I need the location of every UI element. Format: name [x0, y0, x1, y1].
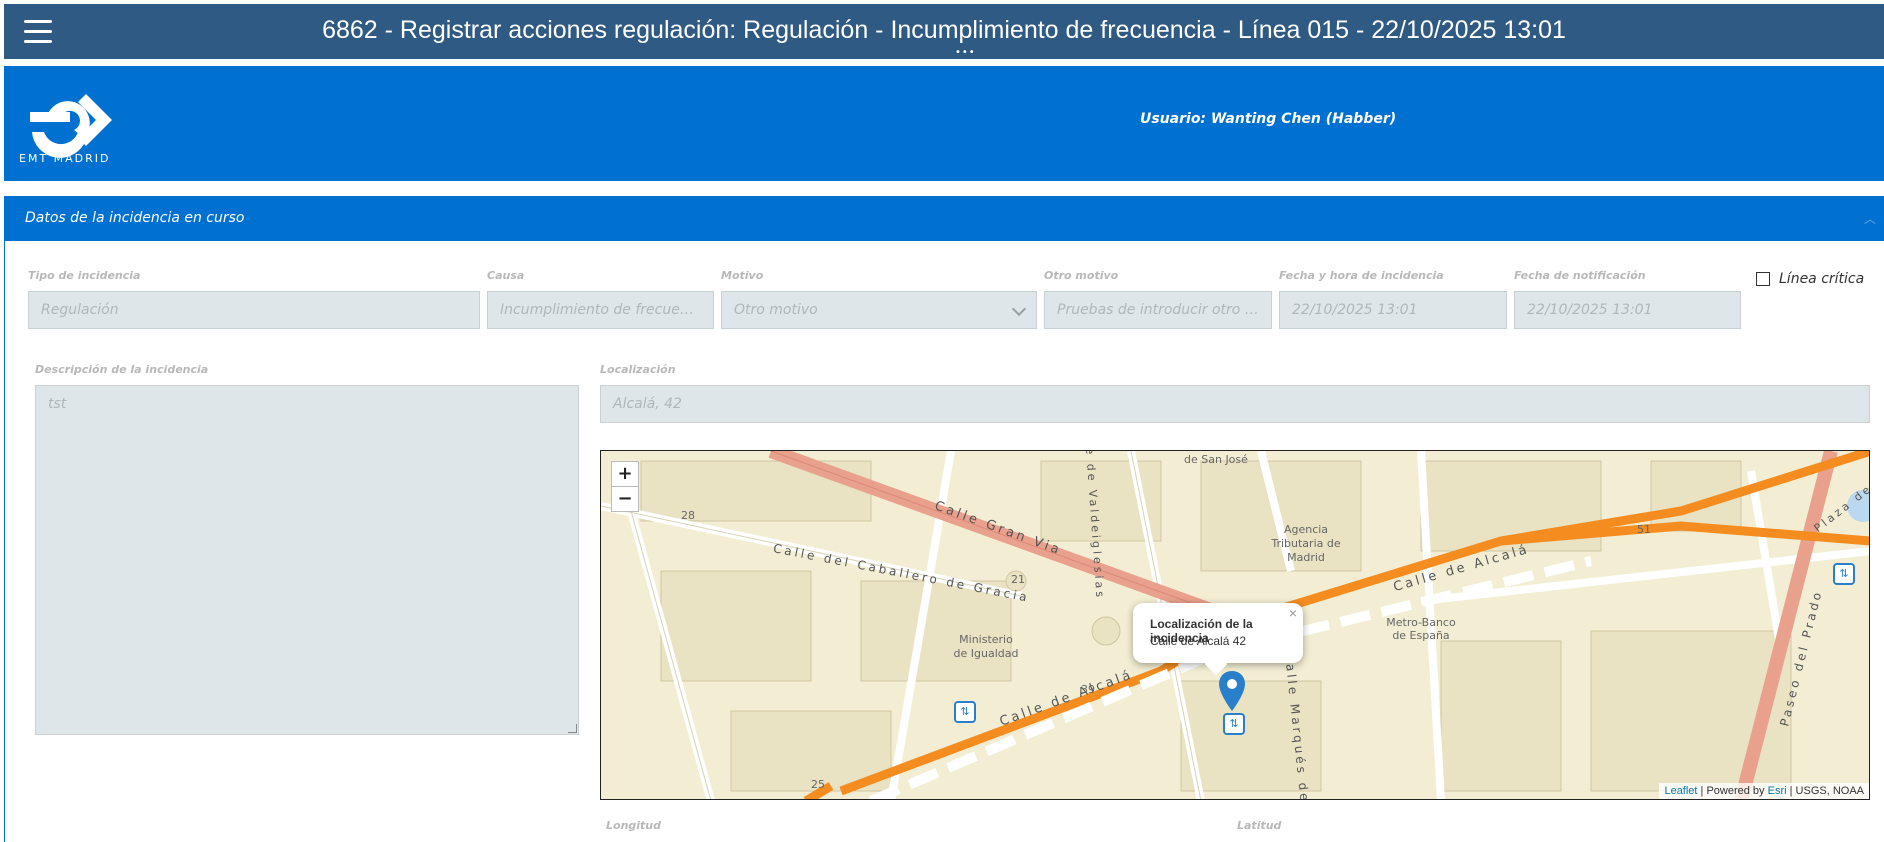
- resize-handle[interactable]: [568, 724, 577, 733]
- descripcion-label: Descripción de la incidencia: [35, 363, 209, 376]
- logo-text: EMT MADRID: [19, 152, 111, 165]
- app-header: EMT MADRID Usuario: Wanting Chen (Habber…: [4, 66, 1884, 181]
- motivo-label: Motivo: [721, 269, 764, 282]
- bus-stop-icon[interactable]: ⇅: [1223, 713, 1245, 735]
- poi-label: Metro-Banco de España: [1386, 616, 1456, 642]
- emt-logo: [30, 94, 112, 158]
- tipo-field[interactable]: Regulación: [28, 291, 480, 329]
- tipo-label: Tipo de incidencia: [28, 269, 141, 282]
- house-number: 39: [1081, 683, 1095, 696]
- poi-label: Ministerio de Igualdad: [953, 633, 1019, 660]
- popup-address: Calle de Alcalá 42: [1150, 634, 1247, 648]
- section-title: Datos de la incidencia en curso: [25, 210, 245, 226]
- close-icon[interactable]: ×: [1289, 605, 1297, 621]
- page-border: [4, 241, 5, 842]
- attribution-text: | Powered by: [1697, 785, 1768, 797]
- house-number: 25: [811, 778, 825, 791]
- descripcion-textarea[interactable]: tst: [35, 385, 579, 735]
- bus-stop-icon[interactable]: ⇅: [1833, 563, 1855, 585]
- zoom-out-button[interactable]: −: [611, 486, 639, 512]
- house-number: 51: [1637, 523, 1651, 536]
- house-number: 21: [1011, 573, 1025, 586]
- latitud-label: Latitud: [1237, 819, 1282, 832]
- linea-critica-checkbox[interactable]: [1756, 272, 1770, 286]
- window-title: 6862 - Registrar acciones regulación: Re…: [322, 16, 1566, 44]
- chevron-up-icon[interactable]: ︿: [1864, 210, 1876, 227]
- causa-field[interactable]: Incumplimiento de frecuencia: [487, 291, 714, 329]
- fecha-incidencia-field[interactable]: 22/10/2025 13:01: [1279, 291, 1507, 329]
- map-popup: Localización de la incidencia Calle de A…: [1133, 603, 1303, 676]
- otro-motivo-label: Otro motivo: [1044, 269, 1119, 282]
- section-header[interactable]: Datos de la incidencia en curso ︿: [4, 196, 1884, 241]
- motivo-select[interactable]: Otro motivo: [721, 291, 1037, 329]
- map[interactable]: Calle Gran Via Calle del Caballero de Gr…: [600, 450, 1870, 800]
- esri-link[interactable]: Esri: [1768, 785, 1787, 797]
- house-number: 28: [681, 509, 695, 522]
- user-label: Usuario: Wanting Chen (Habber): [1140, 111, 1397, 127]
- bus-stop-icon[interactable]: ⇅: [954, 701, 976, 723]
- map-attribution: Leaflet | Powered by Esri | USGS, NOAA: [1659, 783, 1869, 799]
- otro-motivo-field[interactable]: Pruebas de introducir otro mo...: [1044, 291, 1272, 329]
- fecha-notificacion-label: Fecha de notificación: [1514, 269, 1646, 282]
- leaflet-link[interactable]: Leaflet: [1664, 785, 1697, 797]
- linea-critica-label: Línea crítica: [1779, 271, 1865, 287]
- poi-label: Agencia Tributaria de Madrid: [1271, 523, 1341, 564]
- localizacion-label: Localización: [600, 363, 676, 376]
- more-options-icon[interactable]: •••: [955, 48, 976, 58]
- attribution-text: | USGS, NOAA: [1786, 785, 1864, 797]
- zoom-in-button[interactable]: +: [611, 461, 639, 487]
- fecha-incidencia-label: Fecha y hora de incidencia: [1279, 269, 1444, 282]
- chevron-down-icon: [1011, 301, 1027, 317]
- location-marker-icon[interactable]: [1219, 671, 1245, 711]
- motivo-value: Otro motivo: [734, 302, 818, 318]
- poi-label: de San José: [1184, 453, 1248, 466]
- localizacion-field[interactable]: Alcalá, 42: [600, 385, 1870, 423]
- fecha-notificacion-field[interactable]: 22/10/2025 13:01: [1514, 291, 1741, 329]
- causa-label: Causa: [487, 269, 525, 282]
- window-title-bar: 6862 - Registrar acciones regulación: Re…: [4, 4, 1884, 59]
- longitud-label: Longitud: [606, 819, 662, 832]
